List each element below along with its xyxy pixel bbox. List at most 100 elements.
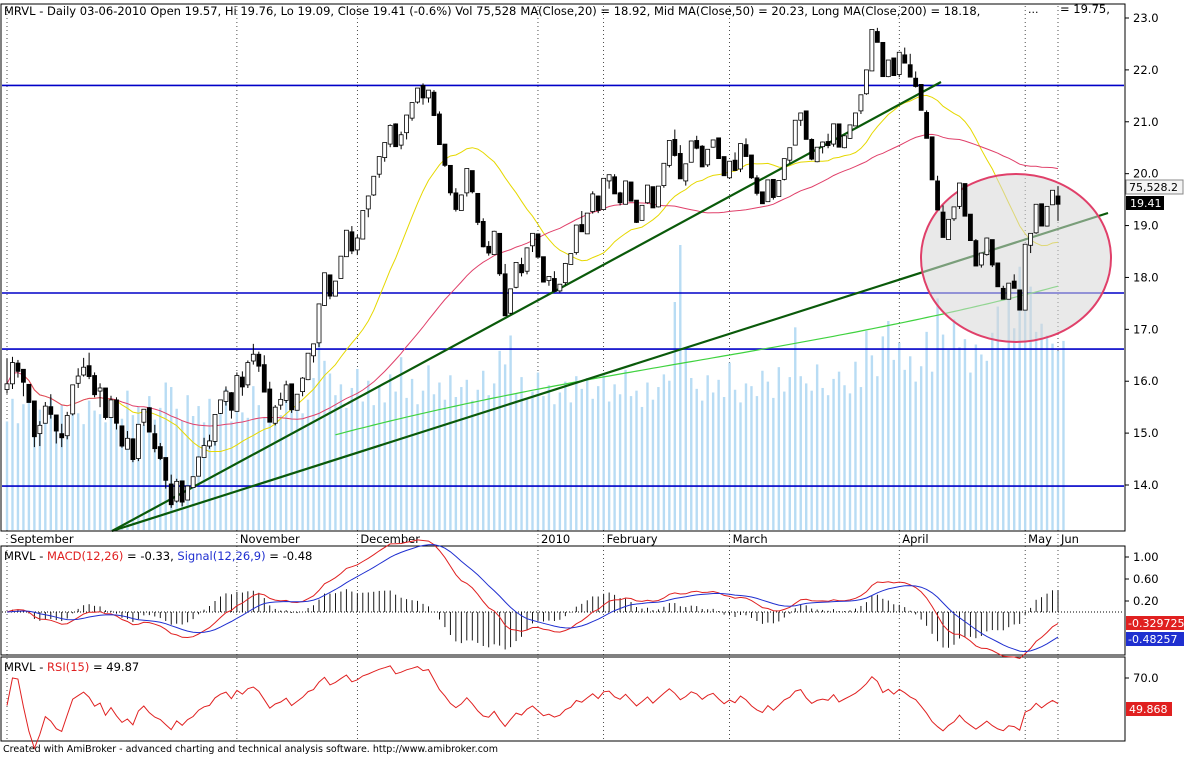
candle-body [1006, 282, 1012, 300]
volume-bar [1023, 310, 1027, 530]
volume-bar [832, 378, 835, 530]
candle-body [842, 135, 847, 149]
svg-text:MRVL - MACD(12,26) = -0.33, Si: MRVL - MACD(12,26) = -0.33, Signal(12,26… [4, 549, 312, 563]
x-tick-label: September [10, 532, 74, 546]
volume-bar [487, 395, 490, 530]
candle-body [371, 175, 377, 196]
candle-body [81, 366, 87, 376]
candle-body [864, 69, 869, 95]
candle-body [546, 276, 552, 281]
volume-bar [761, 370, 764, 530]
volume-bar [328, 373, 332, 530]
volume-bar [219, 409, 222, 530]
volume-bar [826, 395, 830, 530]
amibroker-chart-window: MRVL - Daily 03-06-2010 Open 19.57, Hi 1… [0, 0, 1187, 755]
candle-body [431, 91, 437, 116]
candle-body [770, 178, 776, 198]
candle-body [119, 425, 125, 447]
candle-body [601, 177, 607, 210]
ma200-value: = 18.18, [927, 4, 981, 18]
candle-body [677, 153, 683, 180]
volume-bar [295, 406, 299, 530]
volume-bar [865, 330, 868, 530]
volume-bar [881, 336, 885, 530]
candle-body [393, 123, 399, 148]
macd-y-tick-label: 1.00 [1133, 550, 1159, 564]
candle-body [858, 94, 864, 112]
volume-bar [898, 342, 901, 530]
volume-bar [892, 359, 895, 530]
volume-bar [246, 417, 250, 530]
candle-body [513, 261, 519, 288]
volume-bar [11, 398, 14, 530]
candle-body [760, 191, 765, 205]
volume-bar [569, 402, 573, 530]
candle-body [606, 174, 612, 182]
volume-bar [646, 382, 649, 530]
candle-body [458, 194, 464, 211]
volume-bar [876, 376, 879, 530]
candle-body [201, 445, 207, 458]
volume-bar [799, 376, 802, 530]
volume-bar [591, 398, 594, 530]
candle-body [376, 156, 382, 175]
volume-bar [766, 381, 770, 530]
x-tick-label: May [1028, 532, 1052, 546]
volume-bar [843, 385, 846, 530]
candle-body [749, 154, 754, 179]
candle-body [125, 437, 130, 450]
candle-body [311, 343, 316, 357]
candle-body [245, 362, 251, 386]
candle-body [847, 124, 853, 139]
signal-value: = -0.48 [266, 549, 313, 563]
candle-body [836, 123, 842, 148]
volume-bar [235, 402, 239, 530]
y-tick-label: 20.0 [1133, 167, 1159, 181]
volume-bar [684, 349, 687, 530]
candle-body [343, 229, 349, 258]
candle-body [656, 185, 661, 208]
candle-body [426, 89, 431, 99]
volume-bar [564, 381, 567, 530]
candle-body [732, 159, 738, 171]
candle-body [628, 181, 634, 202]
volume-bar [717, 379, 720, 530]
volume-bar [1056, 350, 1060, 530]
candle-body [135, 423, 141, 459]
candle-body [31, 400, 37, 438]
volume-bar [903, 369, 906, 530]
candle-body [272, 406, 278, 424]
volume-bar [744, 383, 748, 530]
macd-value: = -0.33, [123, 549, 177, 563]
volume-bar [312, 378, 315, 530]
chart-svg: MRVL - Daily 03-06-2010 Open 19.57, Hi 1… [0, 0, 1187, 755]
volume-bar [963, 339, 967, 530]
volume-bar [728, 362, 731, 530]
volume-bar [558, 392, 562, 530]
volume-bar [208, 398, 211, 530]
candle-body [590, 193, 596, 212]
candle-body [940, 211, 946, 238]
rsi-label: RSI(15) [47, 660, 89, 674]
volume-bar [1062, 340, 1065, 530]
volume-tag: 75,528.2 [1129, 181, 1178, 194]
y-tick-label: 18.0 [1133, 270, 1159, 284]
candle-body [152, 433, 158, 450]
candle-body [584, 212, 590, 235]
volume-bar [241, 412, 244, 530]
candle-body [995, 262, 1001, 288]
candle-body [568, 253, 574, 265]
volume-bar [958, 347, 961, 530]
volume-bar [104, 422, 107, 530]
candle-body [179, 480, 185, 503]
svg-text:MRVL - Daily 03-06-2010 Open 1: MRVL - Daily 03-06-2010 Open 19.57, Hi 1… [4, 4, 980, 18]
candle-body [541, 256, 546, 283]
candle-body [595, 195, 601, 211]
x-tick-label: April [902, 532, 928, 546]
candle-body [333, 280, 338, 297]
candle-body [305, 352, 311, 381]
x-tick-label: Jun [1060, 532, 1079, 546]
candle-body [59, 433, 65, 439]
x-tick-label: 2010 [541, 532, 570, 546]
volume-bar [700, 400, 704, 530]
